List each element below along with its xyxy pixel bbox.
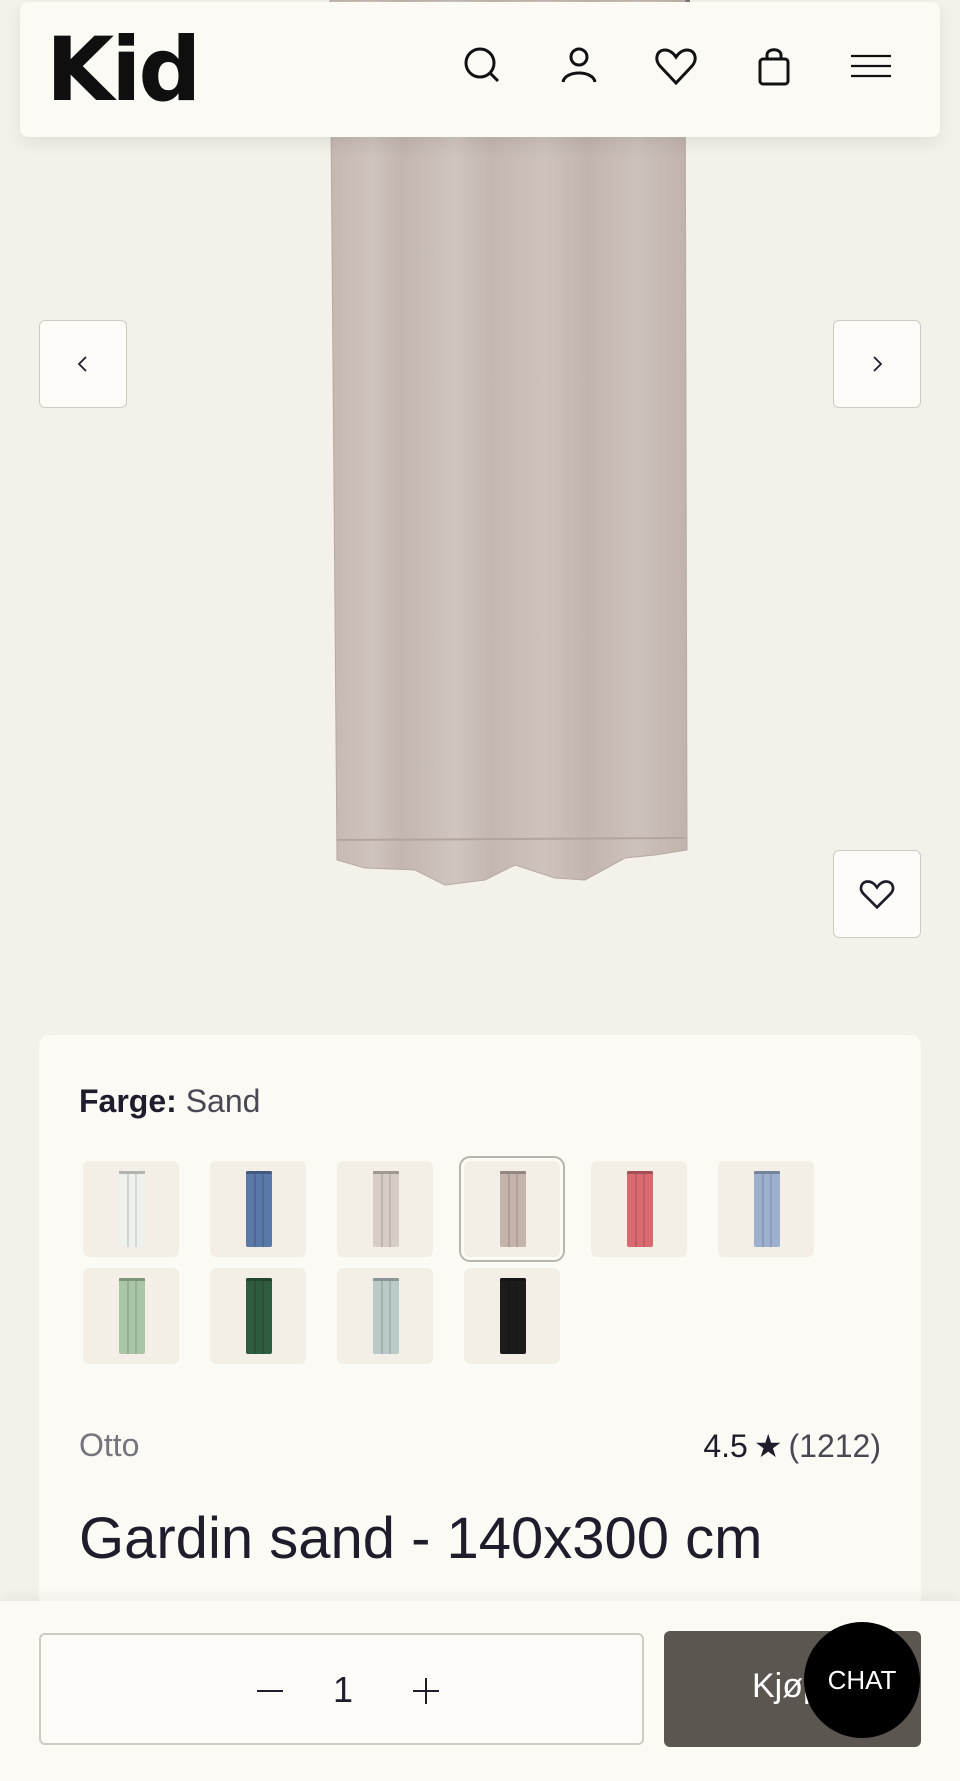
- product-rating[interactable]: 4.5 ★ (1212): [703, 1427, 881, 1465]
- product-gallery: [0, 0, 960, 1010]
- quantity-value[interactable]: 1: [323, 1669, 363, 1711]
- increase-quantity-button[interactable]: [405, 1671, 445, 1711]
- gallery-prev-button[interactable]: [39, 320, 127, 408]
- heart-icon: [655, 48, 697, 86]
- product-brand[interactable]: Otto: [79, 1427, 139, 1464]
- search-icon: [464, 47, 500, 83]
- swatch-thumbnail: [373, 1171, 399, 1247]
- color-swatch[interactable]: [83, 1161, 179, 1257]
- swatch-thumbnail: [246, 1171, 272, 1247]
- swatch-thumbnail: [119, 1278, 145, 1354]
- swatch-thumbnail: [754, 1171, 780, 1247]
- favorites-button[interactable]: [652, 42, 700, 90]
- swatch-thumbnail: [627, 1171, 653, 1247]
- color-value: Sand: [185, 1083, 261, 1119]
- swatch-thumbnail: [119, 1171, 145, 1247]
- color-swatch[interactable]: [83, 1268, 179, 1364]
- wishlist-button[interactable]: [833, 850, 921, 938]
- menu-button[interactable]: [847, 42, 895, 90]
- gallery-next-button[interactable]: [833, 320, 921, 408]
- color-swatch[interactable]: [210, 1161, 306, 1257]
- swatch-thumbnail: [500, 1278, 526, 1354]
- color-selector-label: Farge: Sand: [79, 1083, 260, 1120]
- review-count: (1212): [788, 1427, 882, 1464]
- logo[interactable]: Kid: [46, 20, 201, 120]
- decrease-quantity-button[interactable]: [249, 1671, 289, 1711]
- quantity-stepper: 1: [39, 1633, 644, 1745]
- heart-icon: [859, 880, 895, 910]
- rating-value: 4.5: [703, 1427, 748, 1464]
- site-header: Kid: [20, 2, 940, 137]
- star-icon: ★: [753, 1428, 783, 1464]
- swatch-thumbnail: [246, 1278, 272, 1354]
- chevron-left-icon: [77, 356, 87, 372]
- chevron-right-icon: [873, 356, 883, 372]
- menu-icon: [851, 54, 891, 78]
- product-details: Farge: Sand Otto 4.5 ★ (1212) Gardin san…: [39, 1035, 921, 1655]
- color-swatch[interactable]: [459, 1156, 565, 1262]
- color-swatch[interactable]: [337, 1161, 433, 1257]
- product-title: Gardin sand - 140x300 cm: [79, 1506, 763, 1571]
- color-label: Farge:: [79, 1083, 177, 1119]
- chat-button[interactable]: CHAT: [804, 1622, 920, 1738]
- swatch-thumbnail: [373, 1278, 399, 1354]
- search-button[interactable]: [458, 42, 506, 90]
- color-swatch[interactable]: [337, 1268, 433, 1364]
- color-swatch[interactable]: [464, 1268, 560, 1364]
- color-swatch[interactable]: [718, 1161, 814, 1257]
- swatch-thumbnail: [500, 1171, 526, 1247]
- color-swatch[interactable]: [210, 1268, 306, 1364]
- account-icon: [561, 47, 597, 83]
- cart-button[interactable]: [750, 42, 798, 90]
- color-swatch[interactable]: [591, 1161, 687, 1257]
- bag-icon: [758, 48, 790, 86]
- account-button[interactable]: [555, 42, 603, 90]
